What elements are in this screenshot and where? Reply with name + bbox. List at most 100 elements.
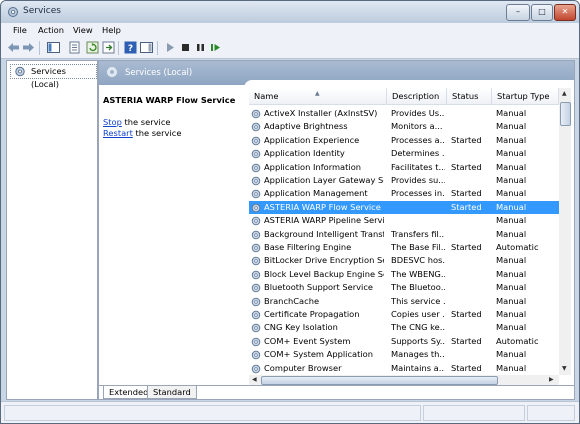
service-startup-cell: Manual	[496, 215, 527, 226]
service-startup-cell: Manual	[496, 121, 527, 132]
menu-help[interactable]: Help	[102, 25, 121, 35]
table-row[interactable]: Certificate Propagation Copies user ... St…	[249, 308, 559, 321]
table-row[interactable]: Application Information Facilitates t... S…	[249, 161, 559, 174]
help-icon[interactable]: ?	[124, 41, 137, 54]
service-description-cell: This service ...	[391, 295, 445, 306]
title-bar[interactable]: Services – □ ✕	[1, 1, 579, 23]
service-description-cell: Supports Sy...	[391, 335, 445, 346]
toolbar: ?	[1, 38, 579, 59]
scroll-down-arrow-icon[interactable]: ▼	[562, 365, 567, 372]
service-gear-icon	[251, 350, 261, 360]
column-header-startup-type[interactable]: Startup Type	[492, 88, 559, 105]
minimize-button[interactable]: –	[506, 4, 530, 21]
service-gear-icon	[251, 337, 261, 347]
service-startup-cell: Manual	[496, 255, 527, 266]
tree-item-services-local[interactable]: Services (Local)	[10, 64, 97, 89]
service-status-cell: Started	[451, 335, 482, 346]
pause-service-icon[interactable]	[194, 41, 207, 54]
restart-suffix: the service	[132, 128, 182, 138]
service-description-cell: Provides Us...	[391, 108, 445, 118]
table-row[interactable]: Application Identity Determines ... Manual	[249, 147, 559, 160]
table-row[interactable]: ActiveX Installer (AxInstSV) Provides Us.…	[249, 107, 559, 120]
table-row[interactable]: Background Intelligent Transfe... Transfe…	[249, 228, 559, 241]
restart-link[interactable]: Restart	[103, 128, 133, 138]
status-cell-main	[4, 405, 421, 421]
status-bar	[1, 401, 579, 423]
service-description-cell: Determines ...	[391, 148, 445, 159]
export-list-icon[interactable]	[102, 41, 115, 54]
table-row[interactable]: ASTERIA WARP Pipeline Service Manual	[249, 214, 559, 227]
svg-text:?: ?	[128, 44, 133, 54]
stop-link[interactable]: Stop	[103, 117, 122, 127]
service-description-cell: Monitors a...	[391, 121, 443, 132]
service-startup-cell: Manual	[496, 148, 527, 159]
service-startup-cell: Manual	[496, 349, 527, 360]
table-row[interactable]: Application Layer Gateway Ser... Provides…	[249, 174, 559, 187]
service-description-cell: The Bluetoo...	[391, 282, 445, 293]
service-description-cell: The WBENG...	[391, 268, 445, 279]
service-gear-icon	[251, 230, 261, 239]
service-gear-icon	[251, 324, 261, 333]
table-row[interactable]: Computer Browser Maintains a... Started Man…	[249, 362, 559, 375]
table-row[interactable]: Base Filtering Engine The Base Fil... Star…	[249, 241, 559, 254]
service-name-cell: CNG Key Isolation	[264, 322, 338, 333]
tab-standard[interactable]: Standard	[147, 386, 197, 399]
vertical-scrollbar[interactable]: ▲ ▼	[559, 88, 571, 375]
menu-action[interactable]: Action	[38, 25, 64, 35]
refresh-icon[interactable]	[86, 41, 99, 54]
service-description-cell: Manages th...	[391, 349, 445, 360]
restart-service-icon[interactable]	[209, 41, 222, 54]
scroll-left-arrow-icon[interactable]: ◀	[252, 376, 257, 383]
scroll-right-arrow-icon[interactable]: ▶	[549, 376, 554, 383]
table-row[interactable]: BitLocker Drive Encryption Ser... BDESVC …	[249, 254, 559, 267]
scroll-up-arrow-icon[interactable]: ▲	[562, 90, 567, 97]
forward-arrow-icon[interactable]	[22, 41, 35, 54]
service-name-cell: BranchCache	[264, 295, 320, 306]
service-gear-icon	[251, 163, 261, 172]
table-row[interactable]: Bluetooth Support Service The Bluetoo... M…	[249, 281, 559, 294]
table-row[interactable]: ASTERIA WARP Flow Service Started Manual	[249, 200, 559, 215]
service-description-cell: Provides su...	[391, 175, 445, 185]
service-startup-cell: Automatic	[496, 242, 539, 252]
horizontal-scrollbar[interactable]: ◀ ▶	[249, 375, 559, 385]
column-header-description[interactable]: Description	[387, 88, 447, 105]
console-tree: Services (Local)	[6, 60, 98, 400]
service-startup-cell: Manual	[496, 134, 527, 145]
service-description-cell: Facilitates t...	[391, 161, 445, 172]
menu-file[interactable]: File	[13, 25, 27, 35]
service-startup-cell: Manual	[496, 268, 527, 279]
table-row[interactable]: CNG Key Isolation The CNG ke... Manual	[249, 321, 559, 334]
start-service-icon[interactable]	[164, 41, 177, 54]
show-hide-console-tree-icon[interactable]	[47, 41, 60, 54]
service-gear-icon	[251, 283, 261, 293]
stop-service-icon[interactable]	[179, 41, 192, 54]
service-startup-cell: Manual	[496, 188, 527, 199]
table-row[interactable]: Block Level Backup Engine Ser... The WBEN…	[249, 268, 559, 281]
column-header-status[interactable]: Status	[447, 88, 492, 105]
service-status-cell: Started	[451, 309, 482, 319]
service-name-cell: Certificate Propagation	[264, 309, 360, 319]
properties-icon[interactable]	[68, 41, 81, 54]
back-arrow-icon[interactable]	[7, 41, 20, 54]
show-hide-action-pane-icon[interactable]	[140, 41, 153, 54]
service-name-cell: COM+ System Application	[264, 349, 374, 360]
restart-action: Restart the service	[103, 128, 181, 138]
menu-view[interactable]: View	[73, 25, 93, 35]
table-row[interactable]: BranchCache This service ... Manual	[249, 295, 559, 308]
vertical-scroll-thumb[interactable]	[560, 102, 571, 126]
table-row[interactable]: COM+ Event System Supports Sy... Started Au…	[249, 335, 559, 348]
table-row[interactable]: COM+ System Application Manages th... Manu…	[249, 348, 559, 361]
maximize-button[interactable]: □	[531, 4, 553, 21]
service-name-cell: Application Identity	[264, 148, 345, 159]
close-button[interactable]: ✕	[554, 4, 576, 21]
table-row[interactable]: Application Experience Processes a... Star…	[249, 134, 559, 147]
service-name-cell: Background Intelligent Transfe...	[264, 228, 384, 239]
horizontal-scroll-thumb[interactable]	[261, 376, 498, 385]
service-description-cell: Maintains a...	[391, 362, 445, 373]
table-row[interactable]: Adaptive Brightness Monitors a... Manual	[249, 120, 559, 133]
service-description-cell: Transfers fil...	[391, 228, 445, 239]
column-header-name[interactable]: ▲ Name	[249, 88, 387, 105]
service-status-cell: Started	[451, 201, 482, 212]
table-row[interactable]: Application Management Processes in... Sta…	[249, 187, 559, 200]
service-status-cell: Started	[451, 161, 482, 172]
